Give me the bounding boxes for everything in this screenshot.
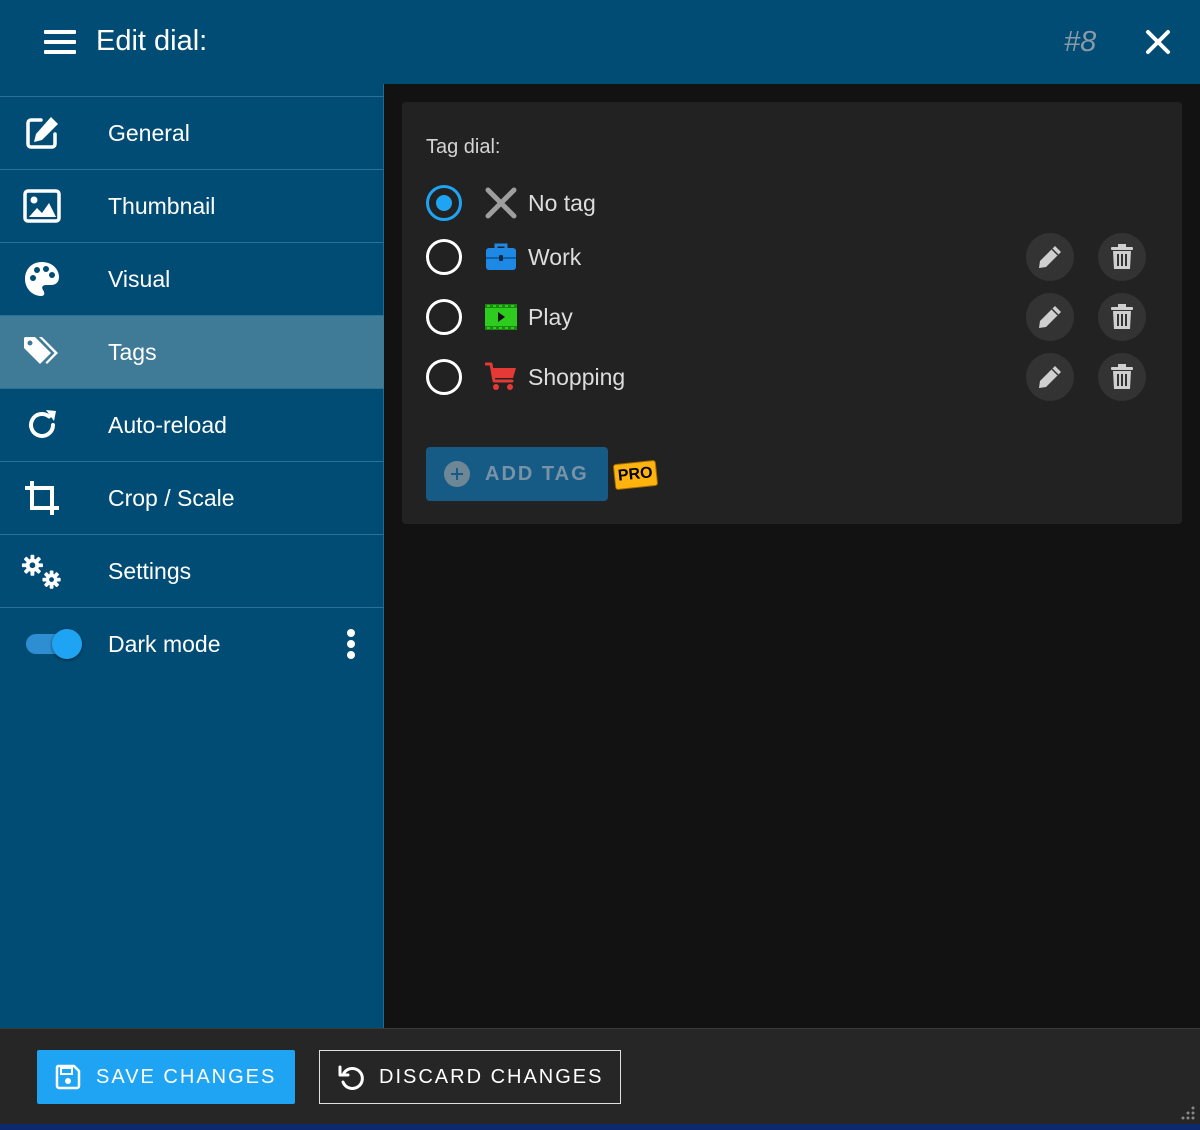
radio-work[interactable]	[426, 239, 462, 275]
trash-icon	[1111, 364, 1133, 389]
dark-mode-toggle[interactable]	[26, 627, 84, 661]
sidebar-item-settings[interactable]: Settings	[0, 534, 384, 607]
resize-grip-icon[interactable]	[1176, 1103, 1196, 1123]
palette-icon	[20, 259, 64, 299]
sidebar-item-thumbnail[interactable]: Thumbnail	[0, 169, 384, 242]
sidebar-item-label: Auto-reload	[108, 412, 227, 438]
floppy-disk-icon	[54, 1063, 82, 1091]
radio-play[interactable]	[426, 299, 462, 335]
radio-shopping[interactable]	[426, 359, 462, 395]
trash-icon	[1111, 244, 1133, 269]
save-label: SAVE CHANGES	[96, 1066, 277, 1088]
header: Edit dial: #8	[0, 0, 1200, 84]
sidebar: General Thumbnail Visual Tags Auto-reloa…	[0, 84, 384, 1028]
sidebar-item-label: Settings	[108, 558, 192, 584]
edit-tag-play-button[interactable]	[1026, 293, 1074, 341]
tag-label: Shopping	[528, 364, 626, 390]
undo-icon	[337, 1063, 367, 1093]
toggle-knob	[52, 629, 82, 659]
sidebar-item-auto-reload[interactable]: Auto-reload	[0, 388, 384, 461]
sidebar-item-label: Thumbnail	[108, 193, 216, 219]
crop-icon	[20, 478, 64, 518]
dark-mode-row: Dark mode	[0, 607, 384, 680]
plus-circle-icon	[444, 461, 470, 487]
sidebar-item-label: Visual	[108, 266, 171, 292]
window-bottom-edge	[0, 1124, 1200, 1130]
more-options-button[interactable]	[336, 624, 366, 664]
cart-icon	[484, 360, 518, 394]
discard-label: DISCARD CHANGES	[379, 1066, 604, 1088]
dial-number: #8	[1064, 26, 1097, 58]
edit-icon	[20, 113, 64, 153]
dark-mode-label: Dark mode	[108, 631, 221, 657]
hamburger-icon	[44, 30, 76, 54]
page-title: Edit dial:	[96, 25, 208, 57]
delete-tag-play-button[interactable]	[1098, 293, 1146, 341]
tag-option-shopping[interactable]: Shopping	[422, 350, 1162, 404]
tag-dial-label: Tag dial:	[426, 136, 501, 158]
save-changes-button[interactable]: SAVE CHANGES	[37, 1050, 295, 1104]
tag-option-no-tag[interactable]: No tag	[422, 176, 1162, 230]
sidebar-item-visual[interactable]: Visual	[0, 242, 384, 315]
close-icon	[1146, 30, 1170, 54]
delete-tag-work-button[interactable]	[1098, 233, 1146, 281]
sidebar-item-tags[interactable]: Tags	[0, 315, 384, 388]
film-icon	[484, 300, 518, 334]
tag-label: No tag	[528, 190, 596, 216]
reload-icon	[20, 405, 64, 445]
add-tag-button[interactable]: ADD TAG	[426, 447, 608, 501]
tag-option-play[interactable]: Play	[422, 290, 1162, 344]
sidebar-item-label: Crop / Scale	[108, 485, 235, 511]
menu-button[interactable]	[40, 22, 80, 62]
close-button[interactable]	[1138, 22, 1178, 62]
x-icon	[484, 186, 518, 220]
sidebar-item-crop-scale[interactable]: Crop / Scale	[0, 461, 384, 534]
trash-icon	[1111, 304, 1133, 329]
gears-icon	[20, 551, 64, 591]
delete-tag-shopping-button[interactable]	[1098, 353, 1146, 401]
tag-label: Work	[528, 244, 582, 270]
sidebar-item-label: Tags	[108, 339, 157, 365]
discard-changes-button[interactable]: DISCARD CHANGES	[319, 1050, 621, 1104]
pencil-icon	[1039, 246, 1061, 268]
pencil-icon	[1039, 366, 1061, 388]
tag-option-work[interactable]: Work	[422, 230, 1162, 284]
briefcase-icon	[484, 240, 518, 274]
footer: SAVE CHANGES DISCARD CHANGES	[0, 1028, 1200, 1124]
tags-icon	[20, 332, 64, 372]
tags-panel: Tag dial: No tag Work Play Shopping ADD …	[402, 102, 1182, 524]
pro-badge: PRO	[612, 459, 658, 491]
sidebar-item-general[interactable]: General	[0, 96, 384, 169]
edit-tag-work-button[interactable]	[1026, 233, 1074, 281]
sidebar-item-label: General	[108, 120, 190, 146]
radio-no-tag[interactable]	[426, 185, 462, 221]
add-tag-label: ADD TAG	[485, 463, 589, 485]
image-icon	[20, 186, 64, 226]
edit-tag-shopping-button[interactable]	[1026, 353, 1074, 401]
tag-label: Play	[528, 304, 573, 330]
more-vertical-icon	[347, 629, 355, 659]
pencil-icon	[1039, 306, 1061, 328]
